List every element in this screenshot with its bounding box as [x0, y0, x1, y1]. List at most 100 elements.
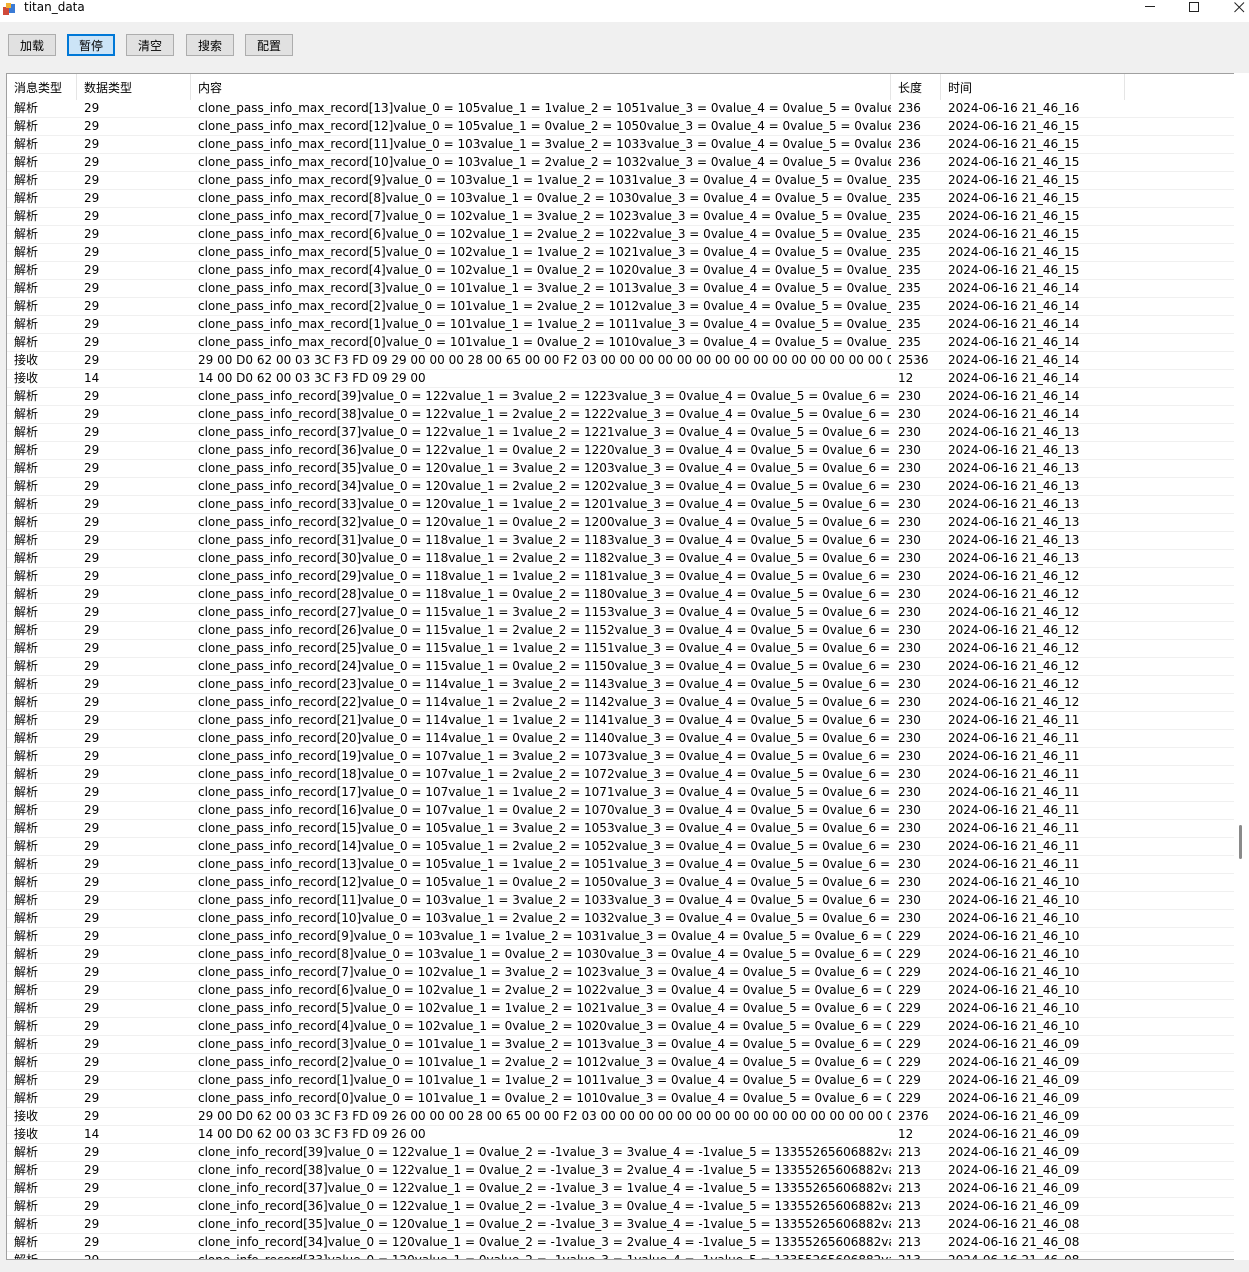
table-row[interactable]: 解析 29 clone_info_record[33]value_0 = 120va…: [7, 1252, 1234, 1259]
table-row[interactable]: 解析 29 clone_pass_info_record[28]value_0 = …: [7, 586, 1234, 604]
table-row[interactable]: 解析 29 clone_pass_info_record[11]value_0 = …: [7, 892, 1234, 910]
table-row[interactable]: 解析 29 clone_info_record[37]value_0 = 122va…: [7, 1180, 1234, 1198]
table-row[interactable]: 解析 29 clone_pass_info_record[16]value_0 = …: [7, 802, 1234, 820]
table-row[interactable]: 解析 29 clone_pass_info_max_record[1]value_0…: [7, 316, 1234, 334]
table-row[interactable]: 解析 29 clone_pass_info_max_record[7]value_0…: [7, 208, 1234, 226]
table-row[interactable]: 解析 29 clone_pass_info_record[12]value_0 = …: [7, 874, 1234, 892]
search-button[interactable]: 搜索: [186, 34, 234, 56]
table-row[interactable]: 解析 29 clone_pass_info_record[18]value_0 = …: [7, 766, 1234, 784]
table-row[interactable]: 解析 29 clone_pass_info_record[9]value_0 = 1…: [7, 928, 1234, 946]
table-row[interactable]: 解析 29 clone_pass_info_record[13]value_0 = …: [7, 856, 1234, 874]
table-row[interactable]: 解析 29 clone_pass_info_record[10]value_0 = …: [7, 910, 1234, 928]
table-row[interactable]: 解析 29 clone_pass_info_record[36]value_0 = …: [7, 442, 1234, 460]
clear-button[interactable]: 清空: [126, 34, 174, 56]
table-row[interactable]: 解析 29 clone_pass_info_max_record[0]value_0…: [7, 334, 1234, 352]
cell-message-type: 解析: [14, 1073, 39, 1087]
table-row[interactable]: 解析 29 clone_pass_info_max_record[11]value_…: [7, 136, 1234, 154]
column-header-length[interactable]: 长度: [891, 74, 941, 100]
table-row[interactable]: 接收 29 29 00 D0 62 00 03 3C F3 FD 09 29 00 …: [7, 352, 1234, 370]
table-row[interactable]: 解析 29 clone_pass_info_record[27]value_0 = …: [7, 604, 1234, 622]
table-row[interactable]: 接收 14 14 00 D0 62 00 03 3C F3 FD 09 29 00 1…: [7, 370, 1234, 388]
pause-button[interactable]: 暂停: [67, 34, 115, 56]
table-row[interactable]: 解析 29 clone_pass_info_record[14]value_0 = …: [7, 838, 1234, 856]
scrollbar-thumb[interactable]: [1239, 825, 1242, 859]
maximize-icon[interactable]: [1172, 0, 1216, 14]
table-row[interactable]: 解析 29 clone_pass_info_max_record[8]value_0…: [7, 190, 1234, 208]
table-row[interactable]: 解析 29 clone_pass_info_record[17]value_0 = …: [7, 784, 1234, 802]
cell-content: clone_pass_info_record[17]value_0 = 107v…: [198, 785, 891, 799]
table-row[interactable]: 解析 29 clone_pass_info_record[32]value_0 = …: [7, 514, 1234, 532]
table-row[interactable]: 解析 29 clone_pass_info_record[4]value_0 = 1…: [7, 1018, 1234, 1036]
table-row[interactable]: 解析 29 clone_pass_info_record[34]value_0 = …: [7, 478, 1234, 496]
table-row[interactable]: 解析 29 clone_pass_info_max_record[3]value_0…: [7, 280, 1234, 298]
table-row[interactable]: 解析 29 clone_pass_info_record[37]value_0 = …: [7, 424, 1234, 442]
table-row[interactable]: 解析 29 clone_pass_info_record[25]value_0 = …: [7, 640, 1234, 658]
table-row[interactable]: 解析 29 clone_pass_info_record[19]value_0 = …: [7, 748, 1234, 766]
cell-data-type: 29: [84, 1019, 100, 1033]
table-row[interactable]: 解析 29 clone_pass_info_max_record[12]value_…: [7, 118, 1234, 136]
table-row[interactable]: 解析 29 clone_pass_info_max_record[5]value_0…: [7, 244, 1234, 262]
cell-message-type: 解析: [14, 515, 39, 529]
cell-data-type: 29: [84, 623, 100, 637]
cell-data-type: 29: [84, 1109, 100, 1123]
table-row[interactable]: 解析 29 clone_pass_info_record[20]value_0 = …: [7, 730, 1234, 748]
table-row[interactable]: 解析 29 clone_pass_info_record[2]value_0 = 1…: [7, 1054, 1234, 1072]
table-row[interactable]: 解析 29 clone_pass_info_record[0]value_0 = 1…: [7, 1090, 1234, 1108]
message-list[interactable]: 消息类型 数据类型 内容 长度 时间 解析 29 clone_pass_info_m…: [6, 73, 1234, 1260]
table-row[interactable]: 解析 29 clone_pass_info_record[29]value_0 = …: [7, 568, 1234, 586]
cell-length: 230: [898, 731, 921, 745]
table-row[interactable]: 解析 29 clone_pass_info_record[1]value_0 = 1…: [7, 1072, 1234, 1090]
vertical-scrollbar[interactable]: [1234, 73, 1249, 1260]
table-row[interactable]: 解析 29 clone_pass_info_record[35]value_0 = …: [7, 460, 1234, 478]
cell-time: 2024-06-16 21_46_11: [948, 713, 1080, 727]
table-row[interactable]: 解析 29 clone_pass_info_record[33]value_0 = …: [7, 496, 1234, 514]
cell-data-type: 29: [84, 443, 100, 457]
table-row[interactable]: 解析 29 clone_pass_info_max_record[10]value_…: [7, 154, 1234, 172]
table-row[interactable]: 解析 29 clone_pass_info_record[6]value_0 = 1…: [7, 982, 1234, 1000]
table-row[interactable]: 解析 29 clone_pass_info_record[38]value_0 = …: [7, 406, 1234, 424]
table-row[interactable]: 解析 29 clone_pass_info_record[30]value_0 = …: [7, 550, 1234, 568]
table-row[interactable]: 解析 29 clone_pass_info_max_record[9]value_0…: [7, 172, 1234, 190]
table-row[interactable]: 解析 29 clone_pass_info_record[39]value_0 = …: [7, 388, 1234, 406]
table-row[interactable]: 解析 29 clone_pass_info_max_record[4]value_0…: [7, 262, 1234, 280]
cell-data-type: 29: [84, 785, 100, 799]
table-row[interactable]: 接收 29 29 00 D0 62 00 03 3C F3 FD 09 26 00 …: [7, 1108, 1234, 1126]
config-button[interactable]: 配置: [245, 34, 293, 56]
table-row[interactable]: 解析 29 clone_pass_info_record[22]value_0 = …: [7, 694, 1234, 712]
cell-message-type: 解析: [14, 1217, 39, 1231]
load-button[interactable]: 加载: [8, 34, 56, 56]
table-row[interactable]: 解析 29 clone_pass_info_max_record[2]value_0…: [7, 298, 1234, 316]
table-row[interactable]: 解析 29 clone_info_record[39]value_0 = 122va…: [7, 1144, 1234, 1162]
table-row[interactable]: 解析 29 clone_info_record[38]value_0 = 122va…: [7, 1162, 1234, 1180]
cell-content: clone_pass_info_record[37]value_0 = 122v…: [198, 425, 891, 439]
table-row[interactable]: 解析 29 clone_pass_info_record[23]value_0 = …: [7, 676, 1234, 694]
table-row[interactable]: 解析 29 clone_info_record[35]value_0 = 120va…: [7, 1216, 1234, 1234]
table-row[interactable]: 解析 29 clone_pass_info_record[8]value_0 = 1…: [7, 946, 1234, 964]
table-row[interactable]: 解析 29 clone_pass_info_record[5]value_0 = 1…: [7, 1000, 1234, 1018]
table-row[interactable]: 解析 29 clone_pass_info_max_record[6]value_0…: [7, 226, 1234, 244]
cell-length: 230: [898, 713, 921, 727]
close-icon[interactable]: [1217, 0, 1249, 14]
column-header-time[interactable]: 时间: [941, 74, 1125, 100]
table-row[interactable]: 解析 29 clone_info_record[36]value_0 = 122va…: [7, 1198, 1234, 1216]
table-row[interactable]: 解析 29 clone_pass_info_record[24]value_0 = …: [7, 658, 1234, 676]
cell-content: clone_pass_info_max_record[7]value_0 = 1…: [198, 209, 891, 223]
table-row[interactable]: 解析 29 clone_pass_info_record[31]value_0 = …: [7, 532, 1234, 550]
cell-data-type: 29: [84, 515, 100, 529]
minimize-icon[interactable]: [1128, 0, 1172, 14]
cell-content: clone_pass_info_max_record[13]value_0 = …: [198, 101, 891, 115]
cell-content: clone_pass_info_record[25]value_0 = 115v…: [198, 641, 891, 655]
column-header-content[interactable]: 内容: [191, 74, 891, 100]
table-row[interactable]: 接收 14 14 00 D0 62 00 03 3C F3 FD 09 26 00 1…: [7, 1126, 1234, 1144]
cell-message-type: 解析: [14, 587, 39, 601]
table-row[interactable]: 解析 29 clone_info_record[34]value_0 = 120va…: [7, 1234, 1234, 1252]
column-header-data-type[interactable]: 数据类型: [77, 74, 191, 100]
table-row[interactable]: 解析 29 clone_pass_info_record[3]value_0 = 1…: [7, 1036, 1234, 1054]
column-header-message-type[interactable]: 消息类型: [7, 74, 77, 100]
cell-time: 2024-06-16 21_46_12: [948, 587, 1080, 601]
table-row[interactable]: 解析 29 clone_pass_info_record[15]value_0 = …: [7, 820, 1234, 838]
table-row[interactable]: 解析 29 clone_pass_info_max_record[13]value_…: [7, 100, 1234, 118]
table-row[interactable]: 解析 29 clone_pass_info_record[7]value_0 = 1…: [7, 964, 1234, 982]
table-row[interactable]: 解析 29 clone_pass_info_record[26]value_0 = …: [7, 622, 1234, 640]
table-row[interactable]: 解析 29 clone_pass_info_record[21]value_0 = …: [7, 712, 1234, 730]
